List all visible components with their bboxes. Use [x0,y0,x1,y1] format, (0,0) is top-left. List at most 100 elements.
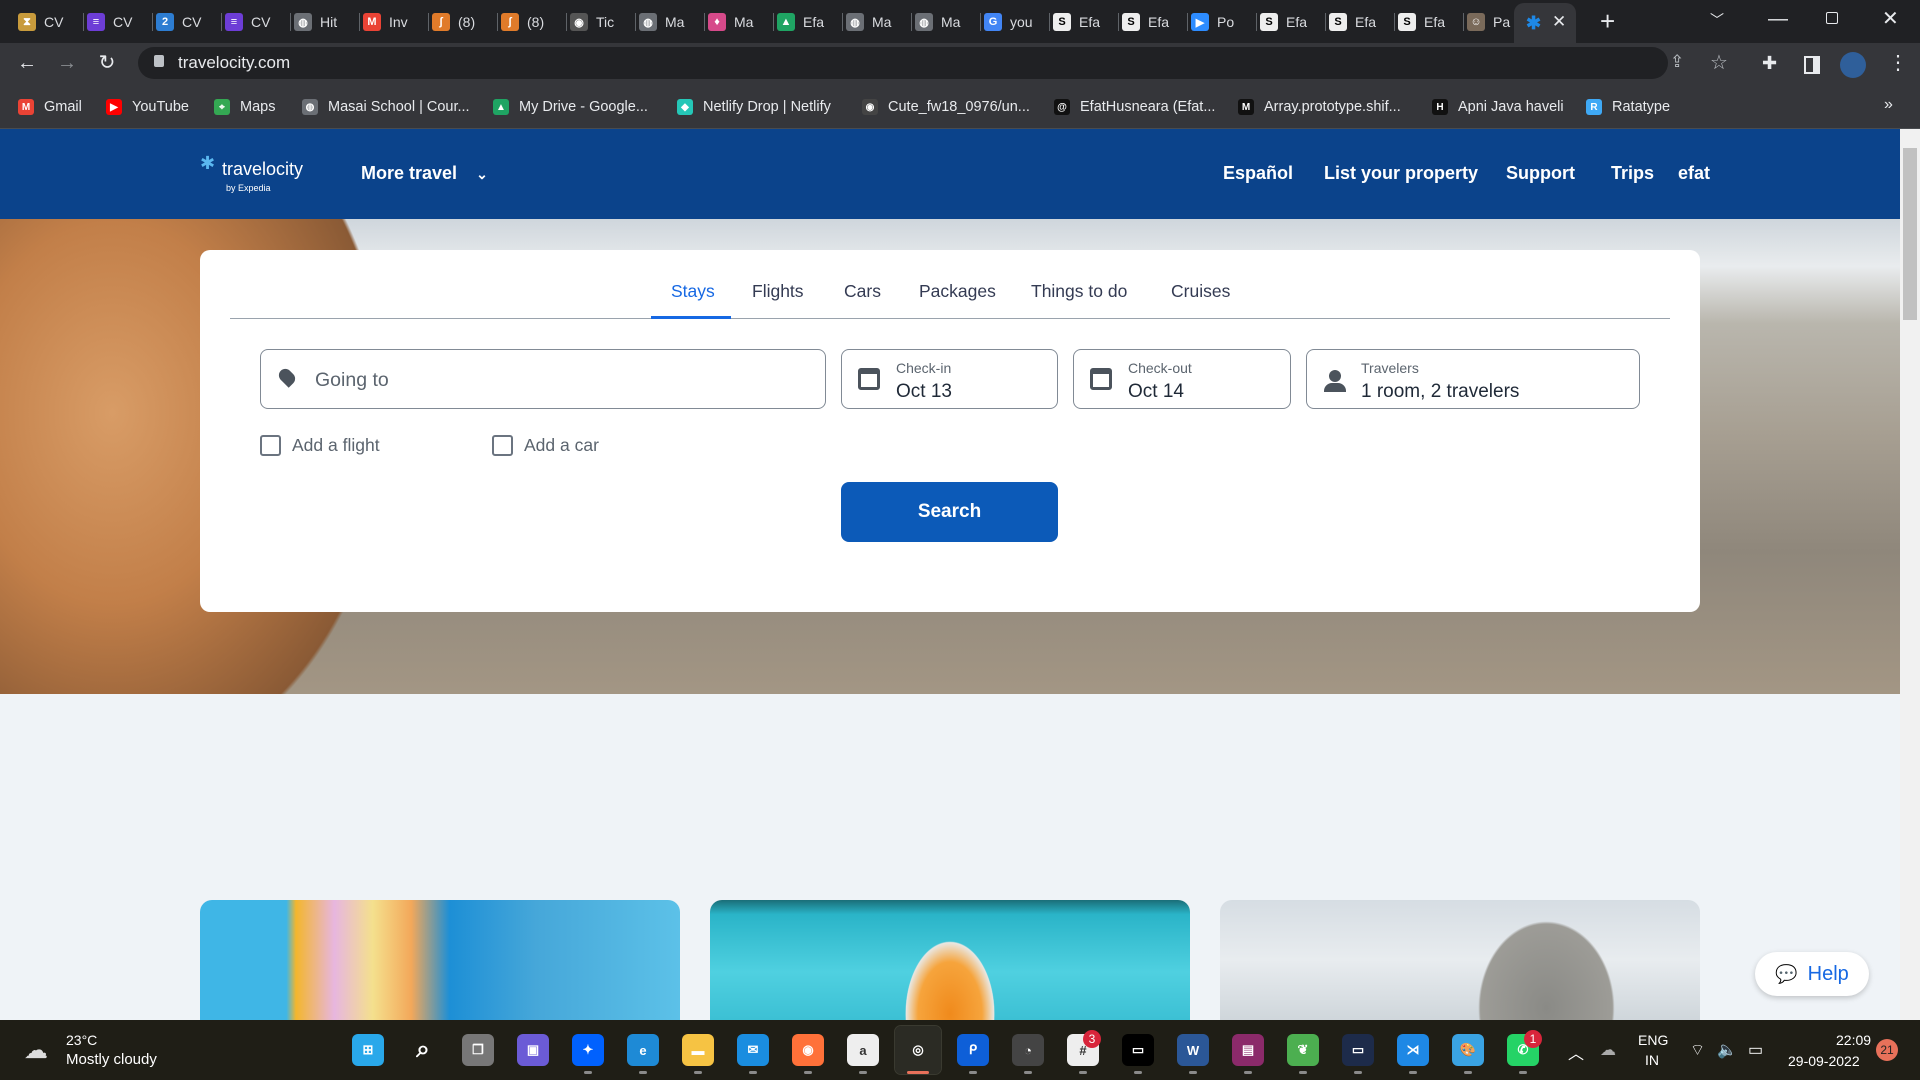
browser-tab[interactable]: 2 CV [156,8,222,36]
maximize-button[interactable] [1826,12,1838,24]
add-flight-label[interactable]: Add a flight [292,435,380,456]
firefox-icon[interactable]: ◉ [792,1034,824,1066]
spring-icon[interactable]: ❦ [1287,1034,1319,1066]
reload-button[interactable]: ↻ [94,51,120,75]
help-button[interactable]: 💬 Help [1755,952,1869,996]
language-line1[interactable]: ENG [1638,1032,1668,1048]
ahk-icon[interactable]: a [847,1034,879,1066]
browser-tab[interactable]: ▲ Efa [777,8,843,36]
bookmark-star-icon[interactable]: ☆ [1710,50,1728,75]
mysql-icon[interactable]: ▭ [1342,1034,1374,1066]
travelocity-logo[interactable]: ✱ travelocity by Expedia [200,153,320,197]
profile-avatar[interactable] [1840,52,1866,78]
destination-card-pool-beachball[interactable] [710,900,1190,1020]
bookmark-item[interactable]: ▲ My Drive - Google... [493,97,648,117]
teamviewer-icon[interactable]: ᑭ [957,1034,989,1066]
browser-tab[interactable]: ⧗ CV [18,8,84,36]
add-flight-checkbox[interactable] [260,435,281,456]
bookmark-item[interactable]: H Apni Java haveli [1432,97,1564,117]
browser-tab[interactable]: Gyou [984,8,1050,36]
checkin-field[interactable]: Check-in Oct 13 [841,349,1058,409]
bookmark-item[interactable]: M Array.prototype.shif... [1238,97,1401,117]
forward-button[interactable]: → [54,51,80,75]
notification-count[interactable]: 21 [1876,1039,1898,1061]
task-view-icon[interactable]: ❐ [462,1034,494,1066]
wifi-icon[interactable]: ⌔ [1690,1040,1705,1060]
browser-tab[interactable]: ≡ CV [225,8,291,36]
wpm-icon[interactable]: ◔ [1012,1034,1044,1066]
browser-tab[interactable]: M Inv [363,8,429,36]
chrome-icon[interactable]: ◎ [894,1025,942,1075]
close-tab-icon[interactable]: ✕ [1552,12,1566,32]
browser-tab[interactable]: ◍ Ma [846,8,912,36]
file-explorer-icon[interactable]: ▬ [682,1034,714,1066]
nav-trips[interactable]: Trips [1611,163,1654,184]
volume-icon[interactable]: 🔈 [1717,1040,1737,1060]
bookmark-item[interactable]: ▶ YouTube [106,97,189,117]
mail-icon[interactable]: ✉ [737,1034,769,1066]
browser-tab[interactable]: ◍ Ma [639,8,705,36]
bookmark-item[interactable]: R Ratatype [1586,97,1670,117]
tab-things-to-do[interactable]: Things to do [1031,281,1127,302]
more-travel-menu[interactable]: More travel ⌄ [361,163,488,184]
tab-cars[interactable]: Cars [844,281,881,302]
bookmark-item[interactable]: ⌖ Maps [214,97,275,117]
clock-date[interactable]: 29-09-2022 [1788,1053,1860,1069]
browser-tab[interactable]: S Efa [1260,8,1326,36]
add-car-label[interactable]: Add a car [524,435,599,456]
destination-card-colorful-houses[interactable] [200,900,680,1020]
nav-account[interactable]: efat [1678,163,1710,184]
search-button[interactable]: Search [841,482,1058,542]
edge-icon[interactable]: e [627,1034,659,1066]
tab-flights[interactable]: Flights [752,281,804,302]
browser-tab[interactable]: S Efa [1329,8,1395,36]
scrollbar-thumb[interactable] [1903,148,1917,320]
browser-menu-icon[interactable]: ⋮ [1888,50,1908,75]
browser-tab[interactable]: S Efa [1053,8,1119,36]
destination-field[interactable]: Going to [260,349,826,409]
close-window-button[interactable]: ✕ [1882,6,1899,31]
browser-tab[interactable]: ▶ Po [1191,8,1257,36]
url-text[interactable]: travelocity.com [178,53,290,73]
side-panel-icon[interactable] [1804,56,1820,74]
browser-tab[interactable]: ◉ Tic [570,8,636,36]
minimize-button[interactable]: — [1768,8,1788,31]
tab-stays[interactable]: Stays [671,281,715,302]
browser-tab[interactable]: ◍ Ma [915,8,981,36]
start-button[interactable]: ⊞ [352,1034,384,1066]
winrar-icon[interactable]: ▤ [1232,1034,1264,1066]
more-bookmarks-button[interactable]: » [1884,96,1893,114]
new-tab-button[interactable]: + [1600,6,1615,37]
share-icon[interactable]: ⇪ [1670,52,1684,72]
browser-tab[interactable]: ♦ Ma [708,8,774,36]
checkout-field[interactable]: Check-out Oct 14 [1073,349,1291,409]
browser-tab[interactable]: S Efa [1398,8,1464,36]
weather-widget[interactable]: ☁ 23°C Mostly cloudy [24,1030,184,1072]
bookmark-item[interactable]: ◉ Cute_fw18_0976/un... [862,97,1030,117]
language-line2[interactable]: IN [1645,1052,1659,1068]
teams-chat-icon[interactable]: ▣ [517,1034,549,1066]
tab-search-icon[interactable]: ﹀ [1710,10,1724,30]
bookmark-item[interactable]: ◆ Netlify Drop | Netlify [677,97,831,117]
add-car-checkbox[interactable] [492,435,513,456]
browser-tab[interactable]: ≡ CV [87,8,153,36]
bookmark-item[interactable]: ◍ Masai School | Cour... [302,97,470,117]
terminal-icon[interactable]: ▭ [1122,1034,1154,1066]
clock-time[interactable]: 22:09 [1836,1032,1871,1048]
vscode-icon[interactable]: ⋊ [1397,1034,1429,1066]
browser-tab[interactable]: ʃ (8) [501,8,567,36]
search-icon[interactable]: ⌕ [407,1034,439,1066]
onedrive-icon[interactable]: ☁ [1600,1040,1616,1060]
tab-packages[interactable]: Packages [919,281,996,302]
paint-icon[interactable]: 🎨 [1452,1034,1484,1066]
back-button[interactable]: ← [14,51,40,75]
address-bar[interactable]: ⇪ ☆ [138,47,1728,79]
word-icon[interactable]: W [1177,1034,1209,1066]
active-tab[interactable]: ✱ ✕ [1514,3,1576,43]
show-hidden-icons[interactable]: ︿ [1568,1040,1584,1064]
destination-card-rope-bridge[interactable] [1220,900,1700,1020]
browser-tab[interactable]: ʃ (8) [432,8,498,36]
extensions-icon[interactable]: ✚ [1762,53,1777,74]
nav-list-your-property[interactable]: List your property [1324,163,1478,184]
travelers-field[interactable]: Travelers 1 room, 2 travelers [1306,349,1640,409]
